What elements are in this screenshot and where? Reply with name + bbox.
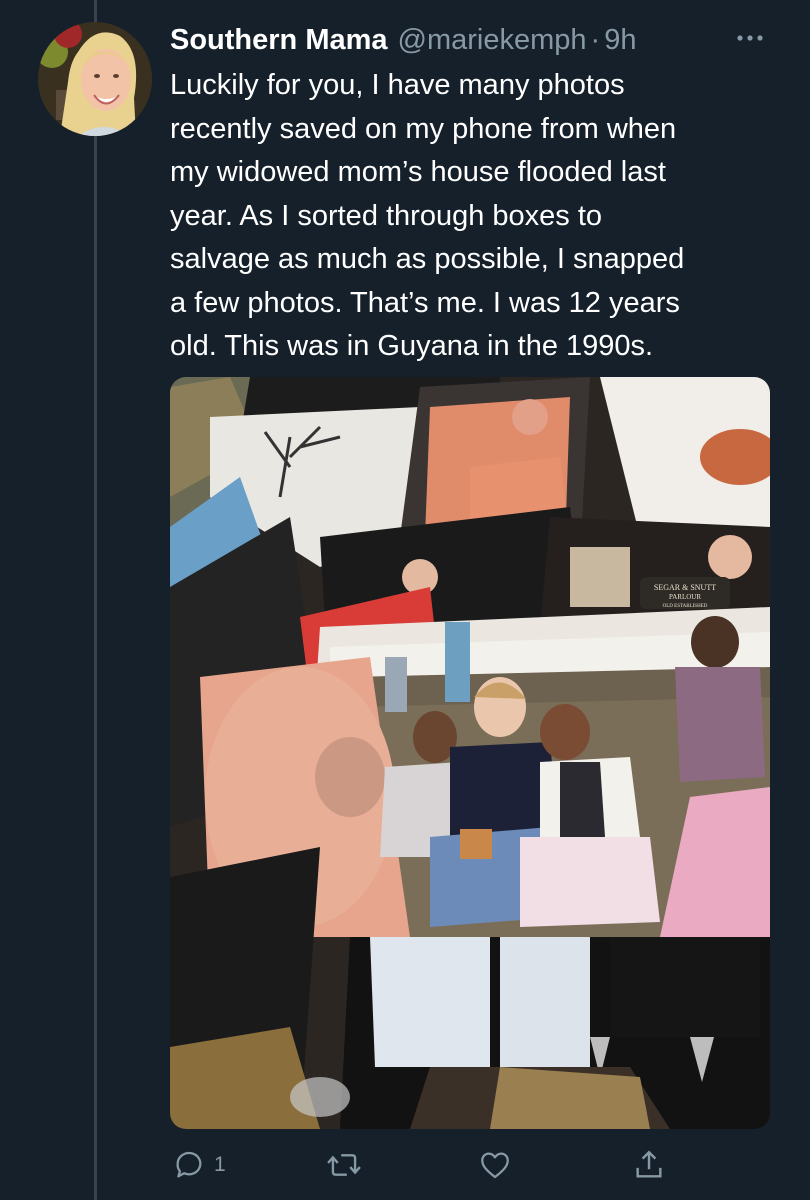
thread-connector-line [94,0,97,1200]
reply-button[interactable]: 1 [172,1143,226,1187]
sign-text-line-2: PARLOUR [669,593,701,601]
share-icon[interactable] [632,1148,666,1182]
tweet-media-photo[interactable]: SEGAR & SNUTT PARLOUR OLD ESTABLISHED [170,377,770,1129]
tweet-timestamp[interactable]: 9h [604,24,636,57]
tweet-header: Southern Mama @mariekemph · 9h [170,20,636,60]
tweet-text-line: year. As I sorted through boxes to [170,199,603,232]
retweet-icon[interactable] [326,1148,362,1182]
reply-icon[interactable] [172,1148,206,1182]
like-icon[interactable] [478,1148,512,1182]
tweet-page: Southern Mama @mariekemph · 9h Luckily f… [0,0,810,1200]
tweet-text-line: Luckily for you, I have many photos [170,69,625,101]
avatar[interactable] [38,22,152,136]
tweet-text-line: a few photos. That’s me. I was 12 years [170,286,680,319]
author-display-name[interactable]: Southern Mama [170,24,388,57]
tweet-text-line: recently saved on my phone from when [170,112,677,145]
tweet-text-line: my widowed mom’s house flooded last [170,156,666,188]
more-options-icon[interactable] [732,28,768,48]
tweet-text-line: old. This was in Guyana in the 1990s. [170,330,654,362]
reply-count: 1 [214,1153,226,1176]
tweet-text-line: salvage as much as possible, I snapped [170,243,685,275]
tweet-text: Luckily for you, I have many photos rece… [170,64,780,369]
sign-text-line-1: SEGAR & SNUTT [654,583,716,592]
tweet-action-bar: 1 [170,1143,770,1187]
retweet-button[interactable] [326,1143,362,1187]
like-button[interactable] [478,1143,512,1187]
header-separator: · [590,23,601,56]
share-button[interactable] [632,1143,666,1187]
author-handle[interactable]: @mariekemph [398,24,587,57]
sign-text-line-3: OLD ESTABLISHED [663,604,708,609]
